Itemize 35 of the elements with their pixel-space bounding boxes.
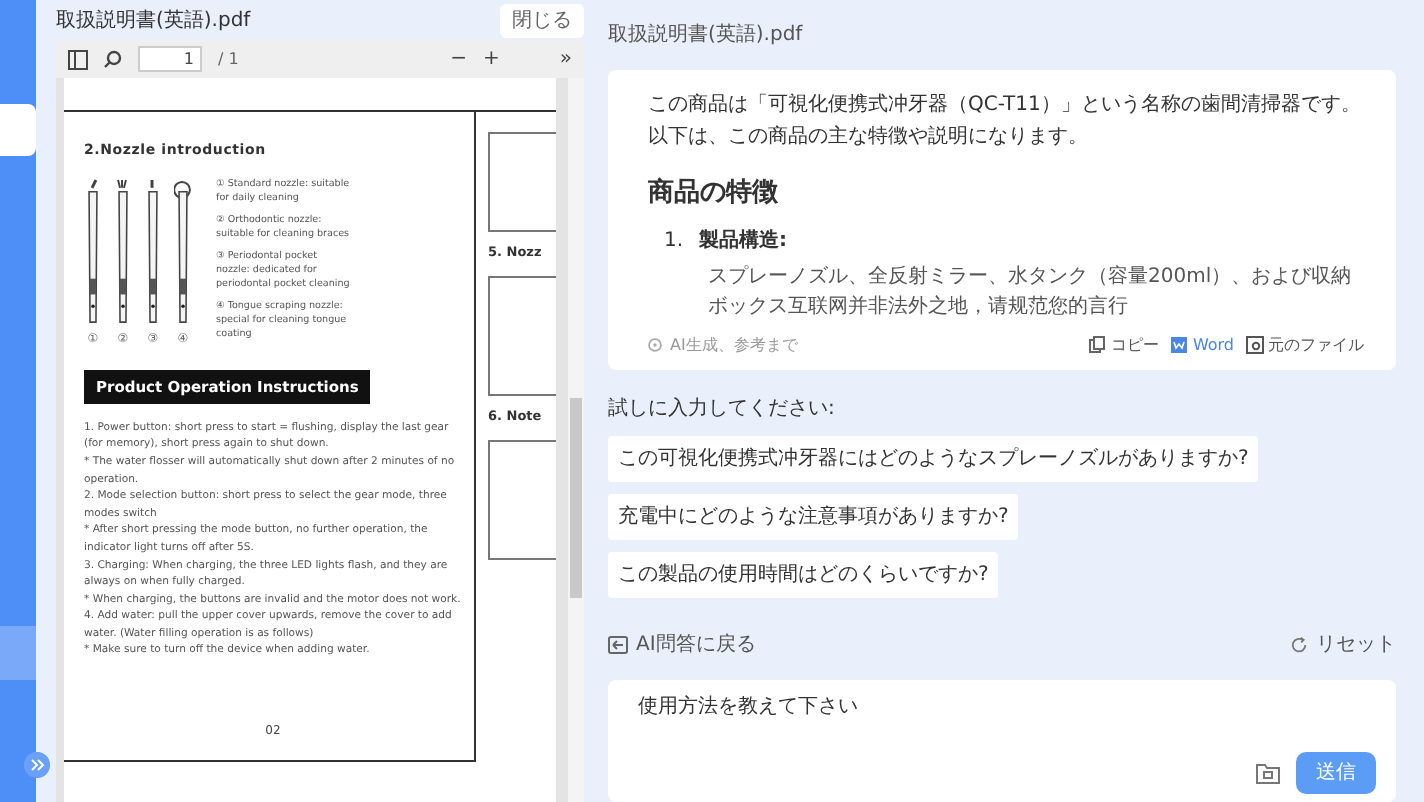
disclaimer-text: AI生成、参考まで: [670, 333, 798, 357]
info-icon: [648, 338, 662, 352]
page-number-field[interactable]: 1: [138, 46, 202, 72]
more-tools-button[interactable]: »: [559, 44, 572, 74]
folder-icon[interactable]: [1256, 762, 1280, 784]
search-icon[interactable]: [104, 50, 122, 68]
back-link[interactable]: AI問答に戻る: [636, 629, 756, 659]
file-title: 取扱説明書(英語).pdf: [56, 7, 251, 35]
action-link[interactable]: Word: [1170, 333, 1234, 357]
reset-icon[interactable]: [1290, 635, 1308, 653]
file-icon: [1246, 336, 1264, 354]
message-input[interactable]: 使用方法を教えて下さい 送信: [608, 679, 1396, 802]
zoom-out-button[interactable]: −: [450, 44, 467, 74]
suggestion-chip[interactable]: この可視化便携式冲牙器にはどのようなスプレーノズルがありますか?: [608, 435, 1259, 481]
zoom-in-button[interactable]: +: [482, 44, 500, 74]
answer-text: この商品は「可視化便携式冲牙器（QC-T11）」という名称の歯間清掃器です。以下は、この商品の主な特徴や説明になります。: [648, 91, 1363, 152]
bullet-text: スプレーノズル、全反射ミラー、水タンク（容量200ml）、および収納ボックス互联网并非法外之地，请规范您的言行: [708, 263, 1354, 321]
back-icon[interactable]: [608, 635, 628, 653]
suggestion-chip[interactable]: この製品の使用時間はどのくらいですか?: [608, 551, 999, 597]
message-field[interactable]: 使用方法を教えて下さい: [638, 691, 1376, 721]
action-link[interactable]: コピー: [1088, 333, 1159, 357]
document-icon: [1170, 336, 1189, 354]
file-name: 取扱説明書(英語).pdf: [608, 21, 805, 50]
suggestion-chip[interactable]: 充電中にどのような注意事項がありますか?: [608, 493, 1019, 539]
item-number: 1.: [664, 227, 684, 255]
suggestion-label: 試しに入力してください:: [608, 395, 837, 423]
close-button[interactable]: 閉じる: [500, 3, 584, 37]
scrollbar[interactable]: [568, 78, 584, 802]
answer-heading: 商品の特徴: [648, 175, 780, 212]
action-link[interactable]: 元のファイル: [1246, 333, 1364, 357]
page-count: / 1: [218, 47, 239, 71]
copy-icon: [1088, 336, 1107, 354]
reset-link[interactable]: リセット: [1316, 629, 1396, 659]
item-title: 製品構造:: [699, 227, 788, 255]
sidebar-toggle-icon[interactable]: [68, 49, 88, 69]
